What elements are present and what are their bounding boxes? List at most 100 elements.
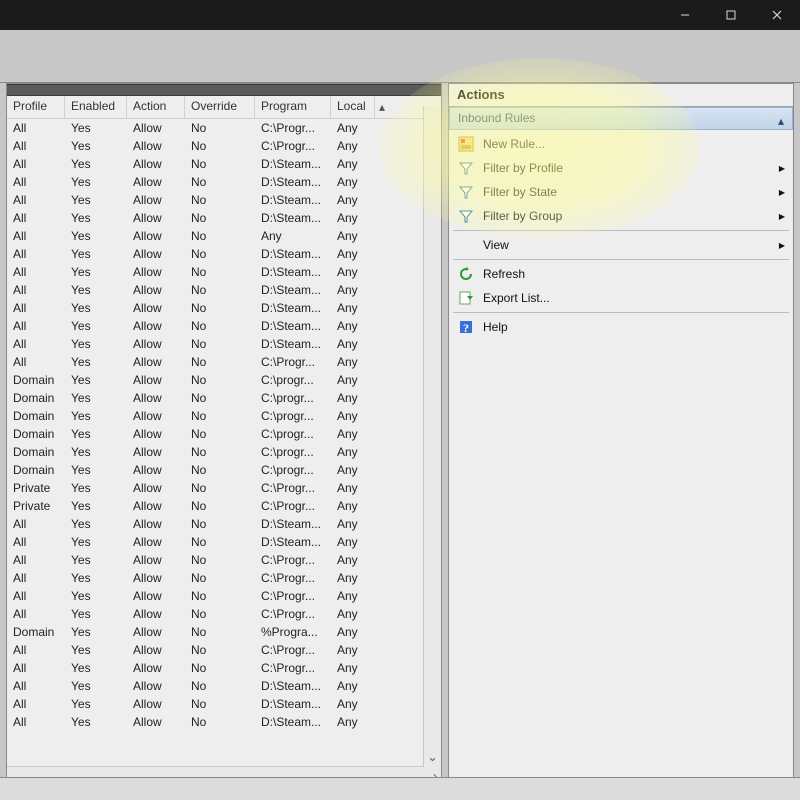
column-header-profile[interactable]: Profile [7, 96, 65, 118]
table-row[interactable]: AllYesAllowNoC:\Progr...Any [7, 659, 441, 677]
close-button[interactable] [754, 0, 800, 30]
cell-profile: All [7, 263, 65, 281]
cell-override: No [185, 263, 255, 281]
window-titlebar [0, 0, 800, 30]
cell-override: No [185, 281, 255, 299]
cell-profile: All [7, 695, 65, 713]
column-header-override[interactable]: Override [185, 96, 255, 118]
cell-local: Any [331, 353, 375, 371]
action-filter-by-state[interactable]: Filter by State [449, 180, 793, 204]
table-row[interactable]: AllYesAllowNoD:\Steam...Any [7, 695, 441, 713]
cell-enabled: Yes [65, 479, 127, 497]
cell-action: Allow [127, 317, 185, 335]
table-row[interactable]: AllYesAllowNoD:\Steam...Any [7, 677, 441, 695]
table-row[interactable]: AllYesAllowNoD:\Steam...Any [7, 263, 441, 281]
table-row[interactable]: AllYesAllowNoD:\Steam...Any [7, 335, 441, 353]
action-label: Filter by State [483, 185, 779, 199]
table-row[interactable]: AllYesAllowNoC:\Progr...Any [7, 137, 441, 155]
cell-enabled: Yes [65, 443, 127, 461]
table-row[interactable]: AllYesAllowNoD:\Steam...Any [7, 713, 441, 731]
cell-action: Allow [127, 155, 185, 173]
cell-enabled: Yes [65, 245, 127, 263]
cell-override: No [185, 551, 255, 569]
column-header-program[interactable]: Program [255, 96, 331, 118]
cell-action: Allow [127, 587, 185, 605]
table-row[interactable]: AllYesAllowNoD:\Steam...Any [7, 173, 441, 191]
cell-program: C:\Progr... [255, 659, 331, 677]
table-row[interactable]: AllYesAllowNoC:\Progr...Any [7, 569, 441, 587]
cell-local: Any [331, 443, 375, 461]
cell-enabled: Yes [65, 659, 127, 677]
action-label: Help [483, 320, 785, 334]
grid-body[interactable]: AllYesAllowNoC:\Progr...AnyAllYesAllowNo… [7, 119, 441, 766]
grid-top-bar [7, 84, 441, 96]
actions-pane: Actions Inbound Rules ▴ New Rule...Filte… [448, 83, 794, 785]
action-filter-by-profile[interactable]: Filter by Profile [449, 156, 793, 180]
cell-action: Allow [127, 227, 185, 245]
table-row[interactable]: DomainYesAllowNoC:\progr...Any [7, 443, 441, 461]
table-row[interactable]: DomainYesAllowNoC:\progr...Any [7, 389, 441, 407]
table-row[interactable]: AllYesAllowNoD:\Steam...Any [7, 191, 441, 209]
cell-profile: All [7, 641, 65, 659]
table-row[interactable]: DomainYesAllowNo%Progra...Any [7, 623, 441, 641]
table-row[interactable]: DomainYesAllowNoC:\progr...Any [7, 425, 441, 443]
cell-override: No [185, 569, 255, 587]
table-row[interactable]: AllYesAllowNoD:\Steam...Any [7, 515, 441, 533]
table-row[interactable]: AllYesAllowNoC:\Progr...Any [7, 119, 441, 137]
action-help[interactable]: ?Help [449, 315, 793, 339]
table-row[interactable]: AllYesAllowNoC:\Progr...Any [7, 353, 441, 371]
actions-section-header[interactable]: Inbound Rules ▴ [449, 107, 793, 130]
table-row[interactable]: AllYesAllowNoAnyAny [7, 227, 441, 245]
table-row[interactable]: AllYesAllowNoD:\Steam...Any [7, 299, 441, 317]
table-row[interactable]: AllYesAllowNoD:\Steam...Any [7, 245, 441, 263]
cell-enabled: Yes [65, 137, 127, 155]
action-new-rule[interactable]: New Rule... [449, 132, 793, 156]
cell-action: Allow [127, 461, 185, 479]
table-row[interactable]: AllYesAllowNoC:\Progr...Any [7, 587, 441, 605]
cell-profile: All [7, 245, 65, 263]
actions-list: New Rule...Filter by Profile Filter by St… [449, 130, 793, 341]
cell-enabled: Yes [65, 695, 127, 713]
table-row[interactable]: AllYesAllowNoD:\Steam...Any [7, 281, 441, 299]
cell-action: Allow [127, 443, 185, 461]
cell-profile: All [7, 533, 65, 551]
table-row[interactable]: AllYesAllowNoC:\Progr...Any [7, 641, 441, 659]
cell-enabled: Yes [65, 173, 127, 191]
cell-enabled: Yes [65, 407, 127, 425]
cell-profile: All [7, 173, 65, 191]
table-row[interactable]: AllYesAllowNoD:\Steam...Any [7, 155, 441, 173]
action-refresh[interactable]: Refresh [449, 262, 793, 286]
minimize-button[interactable] [662, 0, 708, 30]
actions-pane-title: Actions [449, 84, 793, 107]
table-row[interactable]: PrivateYesAllowNoC:\Progr...Any [7, 497, 441, 515]
vertical-scrollbar[interactable]: ⌄ [423, 106, 441, 767]
column-header-local[interactable]: Local [331, 96, 375, 118]
table-row[interactable]: DomainYesAllowNoC:\progr...Any [7, 407, 441, 425]
table-row[interactable]: AllYesAllowNoC:\Progr...Any [7, 605, 441, 623]
cell-program: C:\progr... [255, 443, 331, 461]
column-header-action[interactable]: Action [127, 96, 185, 118]
cell-action: Allow [127, 191, 185, 209]
cell-enabled: Yes [65, 713, 127, 731]
table-row[interactable]: PrivateYesAllowNoC:\Progr...Any [7, 479, 441, 497]
cell-action: Allow [127, 695, 185, 713]
cell-program: %Progra... [255, 623, 331, 641]
maximize-button[interactable] [708, 0, 754, 30]
table-row[interactable]: AllYesAllowNoD:\Steam...Any [7, 533, 441, 551]
cell-local: Any [331, 245, 375, 263]
column-header-enabled[interactable]: Enabled [65, 96, 127, 118]
table-row[interactable]: AllYesAllowNoC:\Progr...Any [7, 551, 441, 569]
table-row[interactable]: DomainYesAllowNoC:\progr...Any [7, 461, 441, 479]
action-filter-by-group[interactable]: Filter by Group [449, 204, 793, 228]
cell-profile: Domain [7, 389, 65, 407]
action-view[interactable]: View [449, 233, 793, 257]
table-row[interactable]: AllYesAllowNoD:\Steam...Any [7, 317, 441, 335]
cell-program: D:\Steam... [255, 695, 331, 713]
cell-enabled: Yes [65, 641, 127, 659]
scroll-up-indicator[interactable]: ▴ [375, 96, 389, 118]
cell-local: Any [331, 173, 375, 191]
action-export-list[interactable]: Export List... [449, 286, 793, 310]
table-row[interactable]: DomainYesAllowNoC:\progr...Any [7, 371, 441, 389]
cell-profile: All [7, 353, 65, 371]
table-row[interactable]: AllYesAllowNoD:\Steam...Any [7, 209, 441, 227]
